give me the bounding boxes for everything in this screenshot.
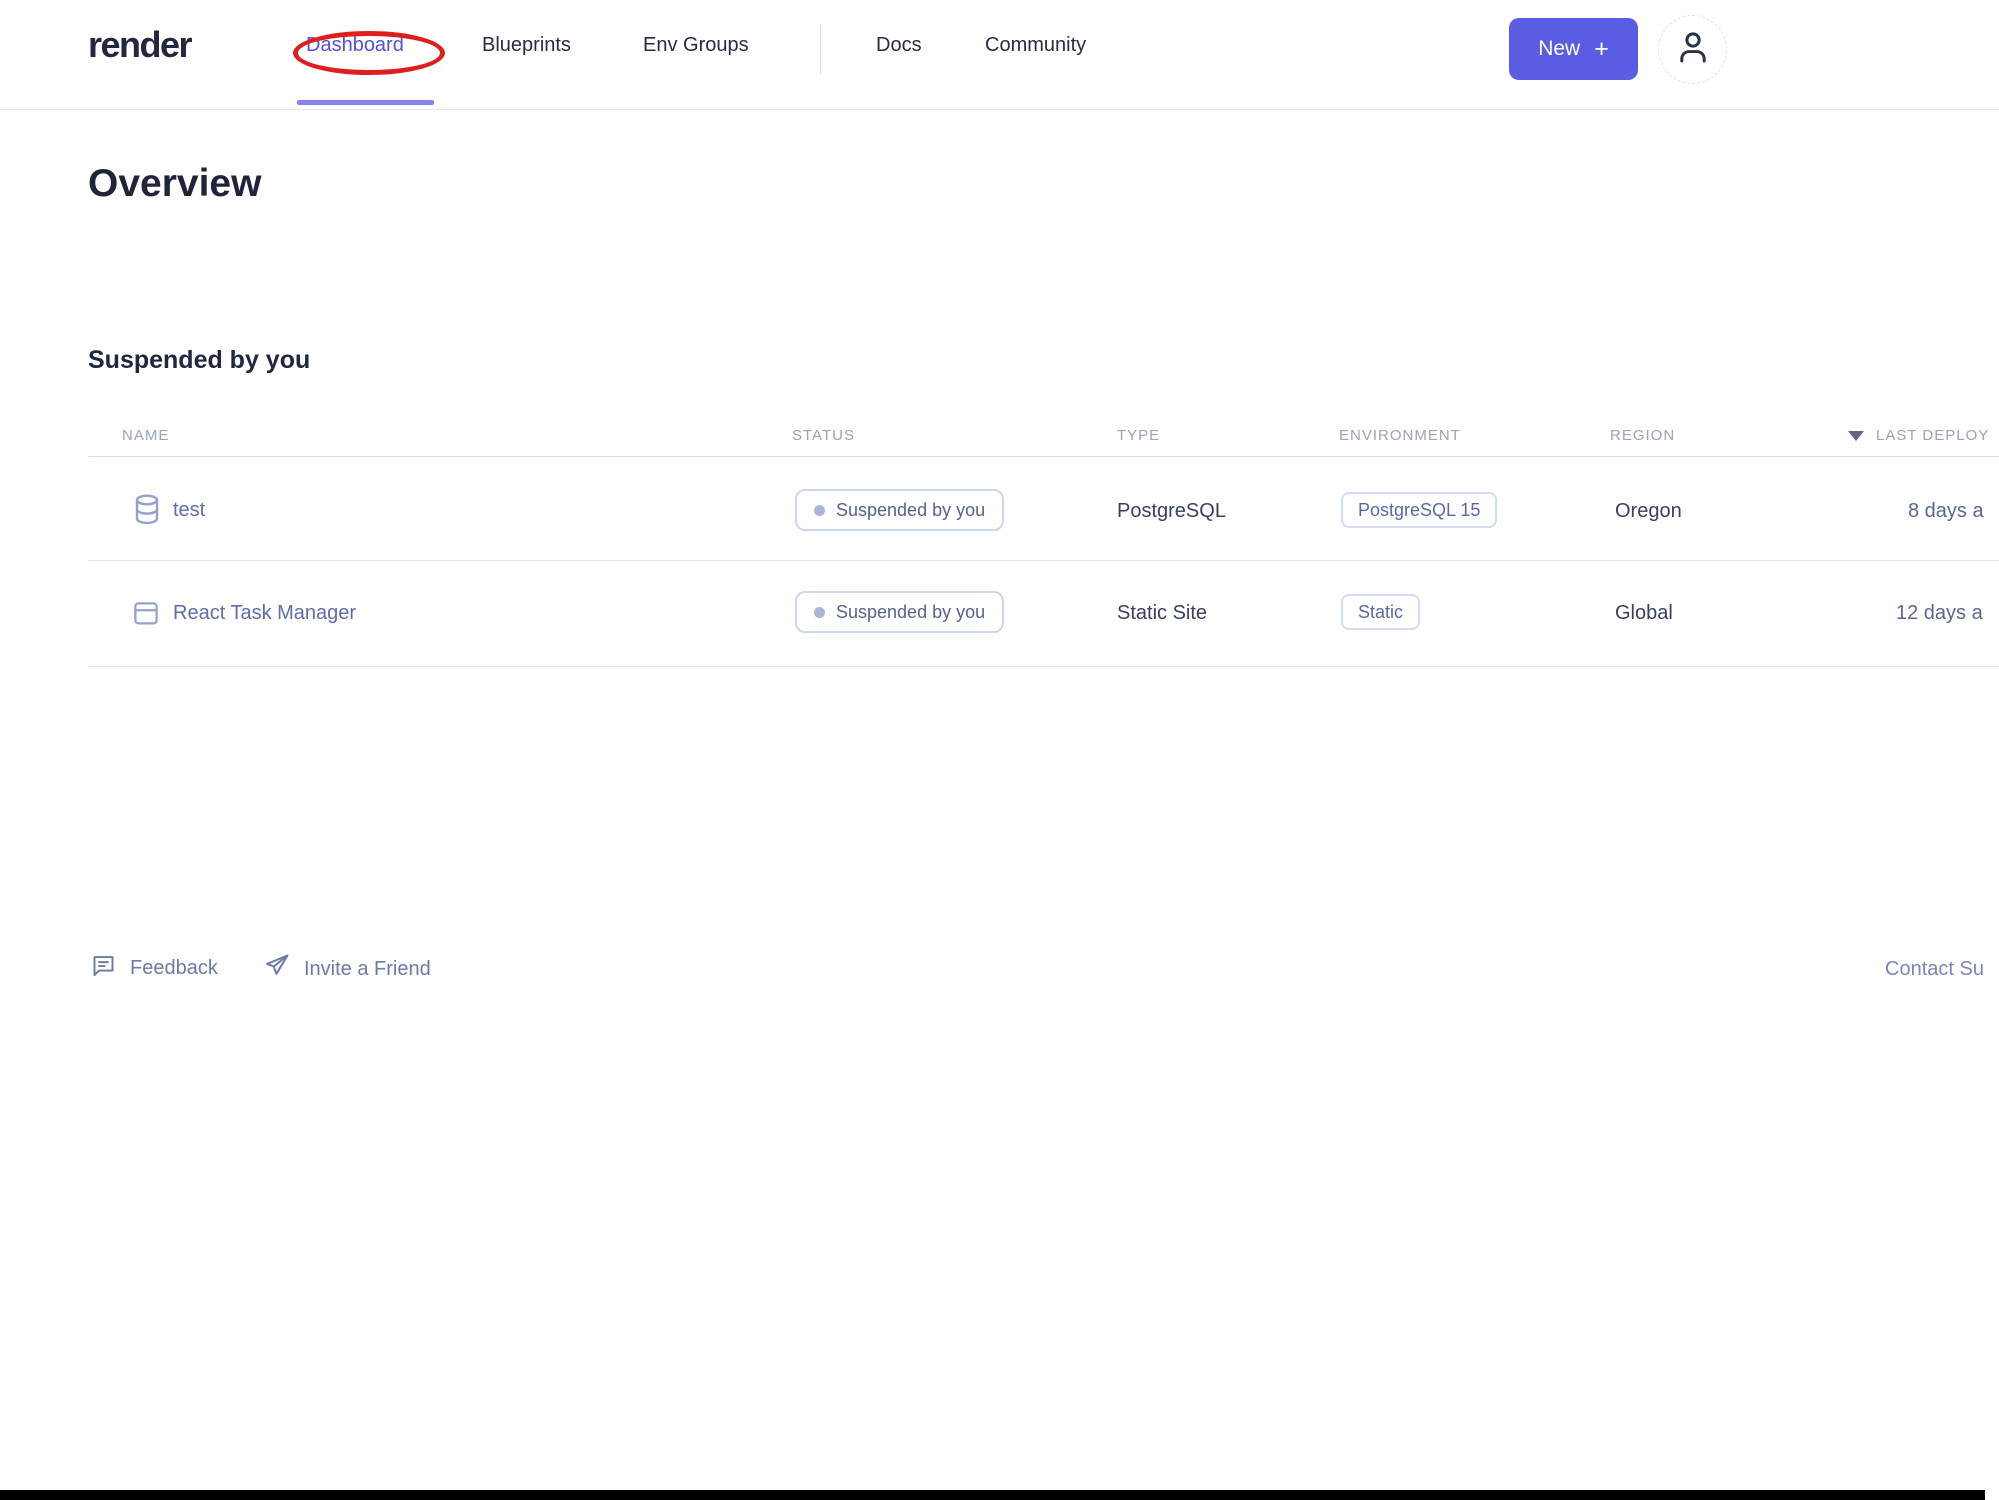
new-button-label: New xyxy=(1538,37,1581,60)
active-tab-underline xyxy=(297,100,434,105)
service-name-link[interactable]: test xyxy=(173,499,205,522)
service-type: Static Site xyxy=(1117,602,1208,624)
status-dot-icon xyxy=(814,606,825,618)
column-header-type[interactable]: TYPE xyxy=(1117,427,1160,444)
paper-plane-icon xyxy=(263,952,291,986)
new-button[interactable]: New + xyxy=(1509,18,1638,80)
column-header-name[interactable]: NAME xyxy=(122,427,169,444)
nav-divider xyxy=(820,24,821,74)
service-region: Global xyxy=(1615,602,1673,624)
status-badge: Suspended by you xyxy=(795,489,1005,531)
environment-badge: Static xyxy=(1341,594,1421,630)
invite-label: Invite a Friend xyxy=(304,957,431,980)
nav-link-docs[interactable]: Docs xyxy=(876,34,922,57)
database-icon xyxy=(131,492,163,533)
bottom-screen-edge-bar xyxy=(0,1490,1985,1500)
column-header-status[interactable]: STATUS xyxy=(792,427,855,444)
render-logo[interactable]: render xyxy=(88,24,193,66)
feedback-label: Feedback xyxy=(130,957,218,979)
nav-tab-blueprints[interactable]: Blueprints xyxy=(482,34,571,57)
render-dashboard-page: render Dashboard Blueprints Env Groups D… xyxy=(0,0,1999,1500)
page-title: Overview xyxy=(88,162,262,205)
feedback-link[interactable]: Feedback xyxy=(90,952,218,985)
contact-support-link[interactable]: Contact Su xyxy=(1885,958,1984,981)
column-header-region[interactable]: REGION xyxy=(1610,427,1675,444)
nav-tab-env-groups[interactable]: Env Groups xyxy=(643,34,749,57)
service-region: Oregon xyxy=(1615,500,1682,522)
feedback-bubble-icon xyxy=(90,952,117,985)
last-deploy-value: 8 days a xyxy=(1908,500,1984,522)
service-name-link[interactable]: React Task Manager xyxy=(173,602,356,625)
status-badge: Suspended by you xyxy=(795,591,1005,633)
column-header-environment[interactable]: ENVIRONMENT xyxy=(1339,427,1461,444)
status-label: Suspended by you xyxy=(836,499,986,520)
service-type: PostgreSQL xyxy=(1117,500,1226,522)
nav-tab-dashboard[interactable]: Dashboard xyxy=(306,34,404,57)
user-icon xyxy=(1672,26,1714,73)
column-header-last-deploy[interactable]: LAST DEPLOY xyxy=(1876,427,1989,444)
table-header-divider xyxy=(88,456,1999,457)
nav-link-community[interactable]: Community xyxy=(985,34,1086,57)
environment-badge: PostgreSQL 15 xyxy=(1341,492,1498,528)
plus-icon: + xyxy=(1594,34,1609,63)
account-menu-button[interactable] xyxy=(1658,15,1727,84)
sort-descending-icon[interactable] xyxy=(1848,431,1864,441)
last-deploy-value: 12 days a xyxy=(1896,602,1983,624)
top-navigation-bar: render Dashboard Blueprints Env Groups D… xyxy=(0,0,1999,110)
invite-a-friend-link[interactable]: Invite a Friend xyxy=(263,952,431,986)
row-divider xyxy=(88,560,1999,561)
status-label: Suspended by you xyxy=(836,601,986,622)
table-bottom-divider xyxy=(88,666,1999,667)
status-dot-icon xyxy=(814,504,825,516)
section-title-suspended: Suspended by you xyxy=(88,346,311,374)
browser-icon xyxy=(131,600,161,633)
